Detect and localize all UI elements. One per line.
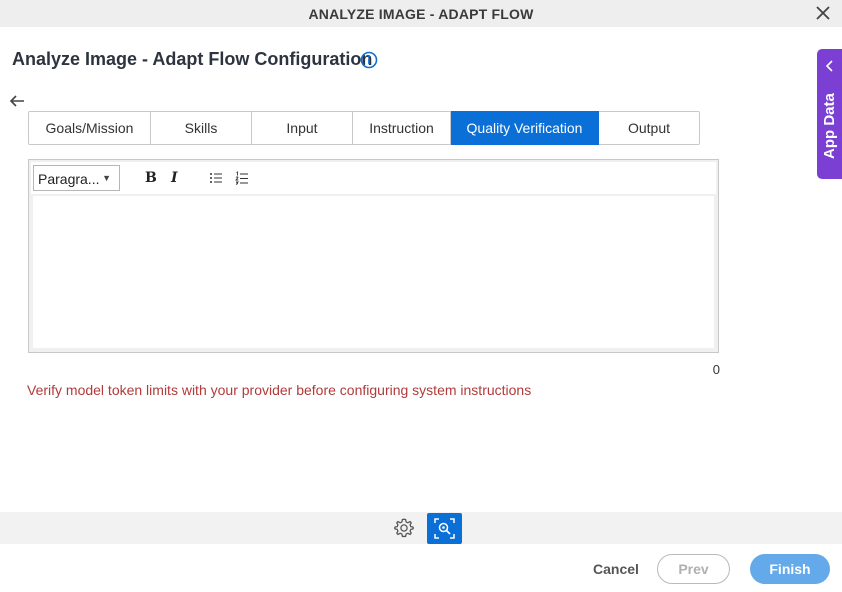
editor-content-area[interactable] [33,196,714,348]
numbered-list-icon[interactable] [235,171,249,185]
app-data-label: App Data [821,93,838,159]
app-data-panel-tab[interactable]: App Data [817,49,842,179]
rich-text-editor: Paragra... ▼ B I [28,159,719,353]
info-icon[interactable] [360,51,378,69]
tab-output[interactable]: Output [599,111,700,145]
bottom-toolbar [0,512,842,544]
tab-goals-mission[interactable]: Goals/Mission [28,111,151,145]
image-scan-icon [434,518,455,539]
paragraph-format-select[interactable]: Paragra... ▼ [33,165,120,191]
caret-down-icon: ▼ [102,173,111,183]
tab-quality-verification[interactable]: Quality Verification [451,111,599,145]
editor-toolbar: Paragra... ▼ B I [31,162,716,194]
cancel-button[interactable]: Cancel [593,561,639,577]
close-icon[interactable] [814,4,832,22]
italic-button[interactable]: I [171,170,178,188]
page-title: Analyze Image - Adapt Flow Configuration [12,49,373,69]
bold-button[interactable]: B [145,170,157,188]
title-bar: ANALYZE IMAGE - ADAPT FLOW [0,0,842,27]
prev-button[interactable]: Prev [657,554,730,584]
tab-skills[interactable]: Skills [151,111,252,145]
finish-button[interactable]: Finish [750,554,830,584]
token-limit-warning: Verify model token limits with your prov… [27,382,532,398]
back-arrow-icon[interactable] [9,93,25,109]
tab-instruction[interactable]: Instruction [353,111,451,145]
chevron-left-icon [825,60,833,72]
window-title: ANALYZE IMAGE - ADAPT FLOW [308,6,534,22]
character-count: 0 [712,362,720,377]
paragraph-format-value: Paragra... [38,171,100,187]
bulleted-list-icon[interactable] [209,171,223,185]
tab-input[interactable]: Input [252,111,353,145]
config-tabs: Goals/Mission Skills Input Instruction Q… [28,111,700,145]
image-analysis-button[interactable] [427,513,462,544]
gear-icon[interactable] [393,517,415,539]
